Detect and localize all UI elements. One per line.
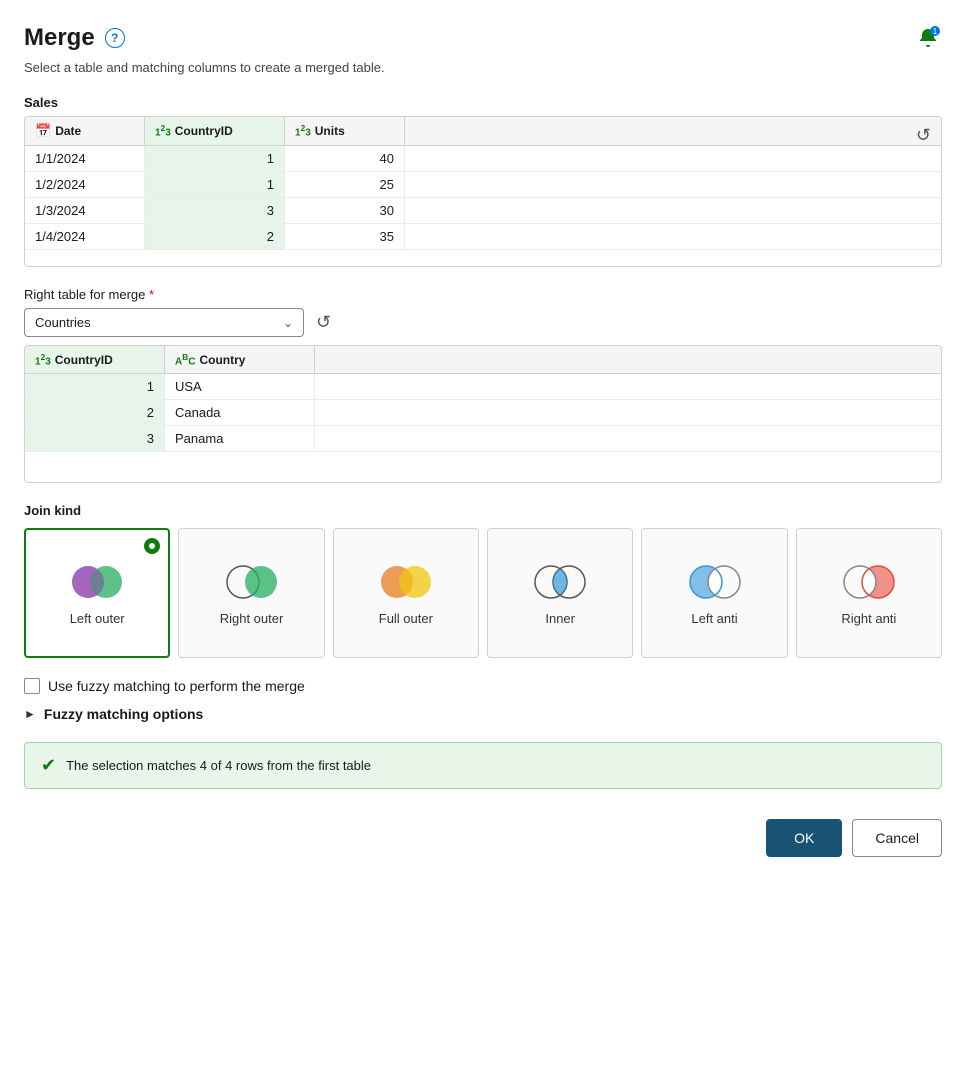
fuzzy-options-expander[interactable]: ► Fuzzy matching options xyxy=(24,706,942,722)
chevron-right-icon: ► xyxy=(24,707,36,721)
join-option-left-outer-label: Left outer xyxy=(70,611,125,626)
fuzzy-matching-checkbox[interactable] xyxy=(24,678,40,694)
countries-row2-id: 2 xyxy=(25,400,165,425)
number-icon-1: 123 xyxy=(155,123,171,138)
join-kind-label: Join kind xyxy=(24,503,942,518)
sales-row3-countryid: 3 xyxy=(145,198,285,223)
selected-radio xyxy=(144,538,160,554)
notif-badge: 1 xyxy=(930,26,940,36)
join-option-left-outer[interactable]: Left outer xyxy=(24,528,170,658)
left-outer-venn xyxy=(66,561,128,603)
table-row: 1/2/2024 1 25 xyxy=(25,172,941,198)
sales-row4-extra xyxy=(405,224,941,249)
countries-row1-id: 1 xyxy=(25,374,165,399)
number-icon-3: 123 xyxy=(35,352,51,367)
sales-table: ↺ 📅 Date 123 CountryID 123 Units 1/1/202… xyxy=(24,116,942,267)
sales-row4-units: 35 xyxy=(285,224,405,249)
table-row: 2 Canada xyxy=(25,400,941,426)
sales-row2-extra xyxy=(405,172,941,197)
join-option-left-anti[interactable]: Left anti xyxy=(641,528,787,658)
countries-row3-id: 3 xyxy=(25,426,165,451)
join-option-full-outer-label: Full outer xyxy=(379,611,433,626)
join-option-right-anti[interactable]: Right anti xyxy=(796,528,942,658)
countries-row1-extra xyxy=(315,374,941,399)
sales-row2-date: 1/2/2024 xyxy=(25,172,145,197)
abc-icon: ABC xyxy=(175,352,195,367)
full-outer-venn xyxy=(375,561,437,603)
sales-row1-date: 1/1/2024 xyxy=(25,146,145,171)
sales-row3-extra xyxy=(405,198,941,223)
chevron-down-icon: ⌄ xyxy=(283,316,293,330)
sales-table-header: 📅 Date 123 CountryID 123 Units xyxy=(25,117,941,146)
fuzzy-options-label: Fuzzy matching options xyxy=(44,706,203,722)
sales-row1-extra xyxy=(405,146,941,171)
table-row: 1/3/2024 3 30 xyxy=(25,198,941,224)
countries-row1-name: USA xyxy=(165,374,315,399)
countries-table-header: 123 CountryID ABC Country xyxy=(25,346,941,374)
join-option-inner[interactable]: Inner xyxy=(487,528,633,658)
countries-row2-name: Canada xyxy=(165,400,315,425)
join-option-left-anti-label: Left anti xyxy=(691,611,737,626)
join-option-inner-label: Inner xyxy=(545,611,575,626)
sales-refresh-button[interactable]: ↺ xyxy=(916,125,931,146)
right-anti-venn xyxy=(838,561,900,603)
fuzzy-matching-label: Use fuzzy matching to perform the merge xyxy=(48,678,305,694)
number-icon-2: 123 xyxy=(295,123,311,138)
success-bar: ✔ The selection matches 4 of 4 rows from… xyxy=(24,742,942,789)
countries-row2-extra xyxy=(315,400,941,425)
date-icon: 📅 xyxy=(35,123,51,139)
sales-table-label: Sales xyxy=(24,95,942,110)
cancel-button[interactable]: Cancel xyxy=(852,819,942,857)
join-option-right-anti-label: Right anti xyxy=(841,611,896,626)
countries-col-country: ABC Country xyxy=(165,346,315,373)
table-row: 1/4/2024 2 35 xyxy=(25,224,941,250)
right-table-dropdown[interactable]: Countries ⌄ xyxy=(24,308,304,337)
right-outer-venn xyxy=(221,561,283,603)
sales-col-countryid: 123 CountryID xyxy=(145,117,285,145)
page-title: Merge xyxy=(24,24,95,52)
countries-row3-name: Panama xyxy=(165,426,315,451)
sales-row3-units: 30 xyxy=(285,198,405,223)
notification-icon[interactable]: 1 xyxy=(914,24,942,52)
page-subtitle: Select a table and matching columns to c… xyxy=(24,60,385,75)
countries-table: 123 CountryID ABC Country 1 USA 2 Canada xyxy=(24,345,942,483)
sales-row3-date: 1/3/2024 xyxy=(25,198,145,223)
join-options: Left outer Right outer Full outer xyxy=(24,528,942,658)
ok-button[interactable]: OK xyxy=(766,819,842,857)
right-table-label: Right table for merge * xyxy=(24,287,942,302)
sales-row2-units: 25 xyxy=(285,172,405,197)
success-icon: ✔ xyxy=(41,755,56,776)
right-table-refresh-button[interactable]: ↺ xyxy=(316,312,331,333)
success-text: The selection matches 4 of 4 rows from t… xyxy=(66,758,371,773)
left-anti-venn xyxy=(684,561,746,603)
sales-row2-countryid: 1 xyxy=(145,172,285,197)
help-icon[interactable]: ? xyxy=(105,28,125,48)
sales-row1-units: 40 xyxy=(285,146,405,171)
countries-col-extra xyxy=(315,346,941,373)
countries-row3-extra xyxy=(315,426,941,451)
join-option-full-outer[interactable]: Full outer xyxy=(333,528,479,658)
table-row: 1/1/2024 1 40 xyxy=(25,146,941,172)
inner-venn xyxy=(529,561,591,603)
sales-row4-date: 1/4/2024 xyxy=(25,224,145,249)
sales-row1-countryid: 1 xyxy=(145,146,285,171)
table-row: 1 USA xyxy=(25,374,941,400)
required-star: * xyxy=(149,287,154,302)
table-row: 3 Panama xyxy=(25,426,941,452)
join-option-right-outer-label: Right outer xyxy=(220,611,284,626)
countries-col-countryid: 123 CountryID xyxy=(25,346,165,373)
sales-col-date: 📅 Date xyxy=(25,117,145,145)
join-option-right-outer[interactable]: Right outer xyxy=(178,528,324,658)
sales-col-extra xyxy=(405,117,941,145)
footer-buttons: OK Cancel xyxy=(24,819,942,857)
sales-col-units: 123 Units xyxy=(285,117,405,145)
sales-row4-countryid: 2 xyxy=(145,224,285,249)
